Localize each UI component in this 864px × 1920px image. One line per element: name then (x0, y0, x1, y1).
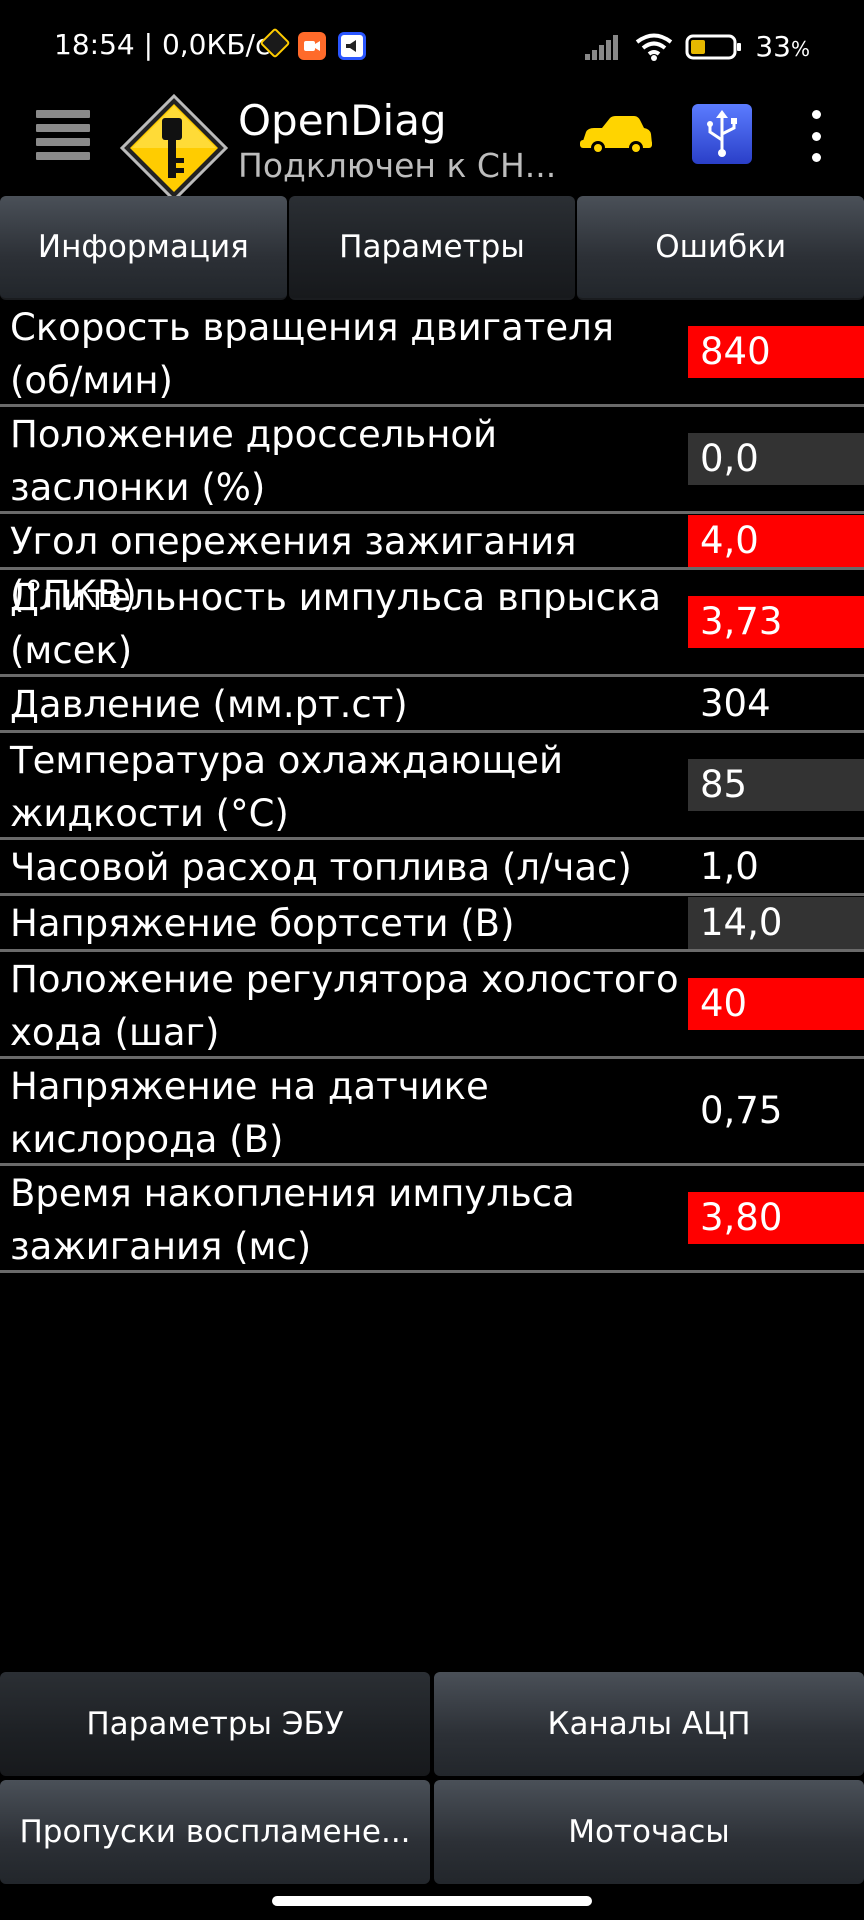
network-speed: 0,0КБ/с (161, 28, 271, 61)
notification-icons (259, 27, 366, 60)
param-value: 0,75 (700, 1089, 783, 1132)
param-row-oxygen-sensor[interactable]: Напряжение на датчике кислорода (В) 0,75 (0, 1059, 864, 1166)
tab-errors[interactable]: Ошибки (577, 196, 864, 300)
more-dot (811, 153, 821, 162)
opendiag-notification-icon (259, 27, 291, 59)
ecu-parameters-button[interactable]: Параметры ЭБУ (0, 1672, 430, 1776)
battery-suffix: % (790, 37, 810, 61)
param-row-rpm[interactable]: Скорость вращения двигателя (об/мин) 840 (0, 300, 864, 407)
battery-value: 33 (755, 30, 791, 63)
usb-connection-button[interactable] (692, 104, 752, 164)
video-recorder-icon (298, 32, 326, 60)
tab-bar: Информация Параметры Ошибки (0, 196, 864, 300)
param-value: 14,0 (688, 896, 864, 949)
status-time: 18:54 | 0,0КБ/с (54, 28, 271, 61)
menu-button[interactable] (36, 104, 90, 166)
tab-parameters[interactable]: Параметры (288, 196, 576, 300)
param-row-injection-pulse[interactable]: Длительность импульса впрыска (мсек) 3,7… (0, 570, 864, 677)
param-value: 0,0 (688, 433, 864, 485)
menu-icon-bar (36, 152, 90, 160)
misfires-button[interactable]: Пропуски воспламене... (0, 1780, 430, 1884)
param-row-ignition-angle[interactable]: Угол опережения зажигания (°ПКВ) 4,0 (0, 514, 864, 616)
battery-icon (685, 34, 742, 59)
megaphone-icon (338, 32, 366, 60)
param-row-throttle[interactable]: Положение дроссельной заслонки (%) 0,0 (0, 407, 864, 514)
clock: 18:54 (54, 28, 135, 61)
param-value: 40 (688, 978, 864, 1030)
param-value: 3,73 (688, 596, 864, 648)
more-dot (811, 131, 821, 141)
home-indicator[interactable] (272, 1896, 592, 1906)
param-row-idle-regulator[interactable]: Положение регулятора холостого хода (шаг… (0, 952, 864, 1059)
status-bar: 18:54 | 0,0КБ/с 33% (0, 0, 864, 96)
usb-icon (707, 110, 737, 157)
menu-icon-bar (36, 110, 90, 118)
battery-percent: 33% (755, 30, 810, 63)
tab-information[interactable]: Информация (0, 196, 287, 300)
more-options-button[interactable] (806, 110, 826, 162)
signal-icon (585, 34, 619, 60)
param-row-coolant-temp[interactable]: Температура охлаждающей жидкости (°С) 85 (0, 733, 864, 840)
app-bar: OpenDiag Подключен к СН... (0, 93, 864, 203)
parameters-list: Скорость вращения двигателя (об/мин) 840… (0, 300, 864, 1273)
connection-status: Подключен к СН... (238, 146, 557, 185)
param-row-voltage[interactable]: Напряжение бортсети (В) 14,0 (0, 896, 864, 952)
param-row-dwell-time[interactable]: Время накопления импульса зажигания (мс)… (0, 1166, 864, 1273)
param-row-pressure[interactable]: Давление (мм.рт.ст) 304 (0, 677, 864, 733)
engine-hours-button[interactable]: Моточасы (434, 1780, 864, 1884)
param-row-fuel-rate[interactable]: Часовой расход топлива (л/час) 1,0 (0, 840, 864, 896)
status-right: 33% (583, 30, 810, 63)
param-value: 4,0 (688, 514, 864, 567)
param-value: 304 (700, 681, 771, 725)
param-value: 840 (688, 326, 864, 378)
param-value: 1,0 (700, 844, 759, 888)
opendiag-logo-icon (119, 93, 229, 203)
app-title: OpenDiag (238, 96, 447, 145)
wifi-icon (636, 33, 673, 61)
param-value: 85 (688, 759, 864, 811)
param-value: 3,80 (688, 1192, 864, 1244)
adc-channels-button[interactable]: Каналы АЦП (434, 1672, 864, 1776)
menu-icon-bar (36, 124, 90, 132)
more-dot (811, 110, 821, 119)
menu-icon-bar (36, 138, 90, 146)
car-icon[interactable] (578, 114, 654, 158)
